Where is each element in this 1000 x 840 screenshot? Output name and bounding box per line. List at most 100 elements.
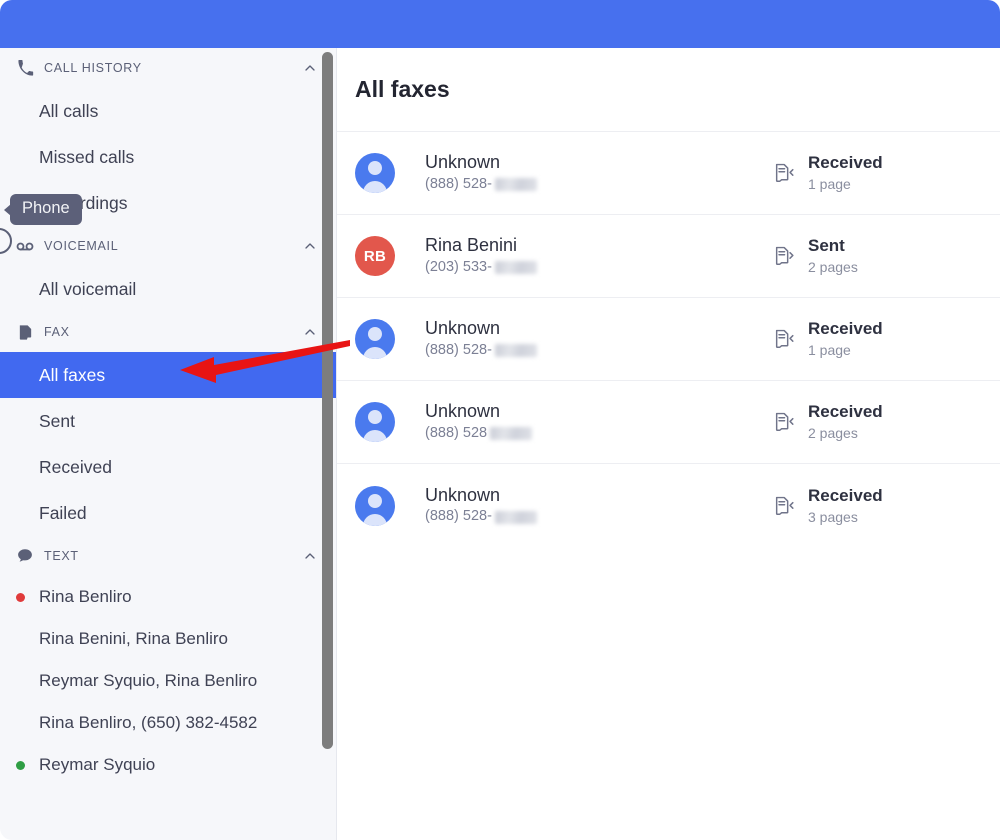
contact-info: Unknown (888) 528- (425, 484, 772, 527)
sidebar-item-all-calls[interactable]: All calls (0, 88, 336, 134)
voicemail-icon (16, 237, 34, 255)
person-icon (368, 410, 382, 424)
fax-received-icon (772, 494, 796, 518)
fax-status: Received 1 page (772, 152, 982, 194)
person-icon (363, 347, 387, 359)
list-item[interactable]: Reymar Syquio (0, 744, 336, 786)
sidebar-section-text[interactable]: TEXT (0, 536, 336, 576)
sidebar-scrollbar-thumb[interactable] (322, 52, 333, 749)
table-row[interactable]: Unknown (888) 528 Received 2 pages (337, 381, 1000, 464)
sidebar-item-all-faxes[interactable]: All faxes (0, 352, 336, 398)
sidebar-section-label: CALL HISTORY (44, 61, 142, 75)
contact-info: Unknown (888) 528- (425, 317, 772, 360)
app-topbar (0, 0, 1000, 48)
thread-label: Reymar Syquio (39, 755, 156, 774)
list-item[interactable]: Rina Benliro, (650) 382-4582 (0, 702, 336, 744)
fax-received-icon (772, 161, 796, 185)
contact-name: Unknown (425, 318, 501, 339)
table-row[interactable]: Unknown (888) 528- Received 1 page (337, 132, 1000, 215)
status-text: Received 3 pages (808, 485, 883, 527)
table-row[interactable]: Unknown (888) 528- Received 1 page (337, 298, 1000, 381)
chat-bubble-icon (16, 547, 34, 565)
contact-phone: (888) 528- (425, 175, 772, 195)
status-badge: Received (808, 319, 883, 339)
fax-received-icon (772, 327, 796, 351)
chevron-up-icon[interactable] (302, 60, 318, 76)
person-icon (368, 493, 382, 508)
contact-info: Unknown (888) 528 (425, 400, 772, 443)
page-count: 3 pages (808, 508, 858, 525)
avatar (355, 319, 395, 359)
chevron-up-icon[interactable] (302, 324, 318, 340)
main-panel: All faxes Unknown (888) 528- Received 1 … (337, 48, 1000, 840)
status-badge: Received (808, 153, 883, 173)
app-window: CALL HISTORY All calls Missed calls Reco… (0, 0, 1000, 840)
page-count: 2 pages (808, 425, 858, 442)
avatar (355, 402, 395, 442)
table-row[interactable]: Unknown (888) 528- Received 3 pages (337, 464, 1000, 547)
fax-received-icon (772, 410, 796, 434)
fax-document-icon (16, 323, 34, 341)
avatar: RB (355, 236, 395, 276)
sidebar-item-received[interactable]: Received (0, 444, 336, 490)
list-item[interactable]: Rina Benliro (0, 576, 336, 618)
fax-status: Received 3 pages (772, 485, 982, 527)
status-badge: Sent (808, 236, 845, 256)
list-item[interactable]: Rina Benini, Rina Benliro (0, 618, 336, 660)
contact-name: Rina Benini (425, 235, 518, 256)
page-count: 2 pages (808, 259, 858, 276)
unread-dot-icon (16, 593, 25, 602)
online-dot-icon (16, 761, 25, 770)
sidebar-section-label: FAX (44, 325, 70, 339)
contact-phone: (888) 528- (425, 507, 772, 527)
contact-name: Unknown (425, 401, 501, 422)
sidebar-section-label: VOICEMAIL (44, 239, 119, 253)
contact-phone: (888) 528 (425, 424, 772, 444)
tooltip-phone: Phone (4, 194, 82, 225)
status-text: Sent 2 pages (808, 235, 858, 277)
contact-name: Unknown (425, 484, 501, 505)
sidebar-item-missed-calls[interactable]: Missed calls (0, 134, 336, 180)
fax-status: Received 1 page (772, 318, 982, 360)
status-text: Received 2 pages (808, 401, 883, 443)
redacted-number (494, 510, 537, 524)
status-text: Received 1 page (808, 318, 883, 360)
chevron-up-icon[interactable] (302, 548, 318, 564)
page-count: 1 page (808, 342, 851, 359)
contact-info: Rina Benini (203) 533- (425, 234, 772, 277)
chevron-up-icon[interactable] (302, 238, 318, 254)
redacted-number (490, 427, 533, 441)
redacted-number (494, 261, 537, 275)
status-badge: Received (808, 402, 883, 422)
thread-label: Rina Benliro (39, 587, 132, 606)
page-title: All faxes (337, 48, 1000, 132)
thread-label: Rina Benliro, (650) 382-4582 (39, 713, 258, 732)
contact-name: Unknown (425, 152, 501, 173)
thread-label: Reymar Syquio, Rina Benliro (39, 671, 258, 690)
avatar (355, 485, 395, 526)
fax-status: Received 2 pages (772, 401, 982, 443)
person-icon (363, 430, 387, 442)
person-icon (368, 327, 382, 341)
person-icon (368, 161, 382, 175)
list-item[interactable]: Reymar Syquio, Rina Benliro (0, 660, 336, 702)
page-count: 1 page (808, 176, 851, 193)
fax-sent-icon (772, 244, 796, 268)
sidebar: CALL HISTORY All calls Missed calls Reco… (0, 48, 337, 840)
phone-icon (16, 59, 34, 77)
redacted-number (494, 178, 537, 192)
avatar (355, 153, 395, 193)
sidebar-section-label: TEXT (44, 549, 79, 563)
table-row[interactable]: RB Rina Benini (203) 533- Sent 2 pages (337, 215, 1000, 298)
status-badge: Received (808, 485, 883, 505)
sidebar-section-call-history[interactable]: CALL HISTORY (0, 48, 336, 88)
person-icon (363, 181, 387, 193)
sidebar-item-failed[interactable]: Failed (0, 490, 336, 536)
sidebar-item-sent[interactable]: Sent (0, 398, 336, 444)
sidebar-section-voicemail[interactable]: VOICEMAIL (0, 226, 336, 266)
sidebar-section-fax[interactable]: FAX (0, 312, 336, 352)
sidebar-item-all-voicemail[interactable]: All voicemail (0, 266, 336, 312)
contact-info: Unknown (888) 528- (425, 151, 772, 194)
redacted-number (494, 344, 537, 358)
sidebar-scrollbar[interactable] (321, 48, 334, 840)
